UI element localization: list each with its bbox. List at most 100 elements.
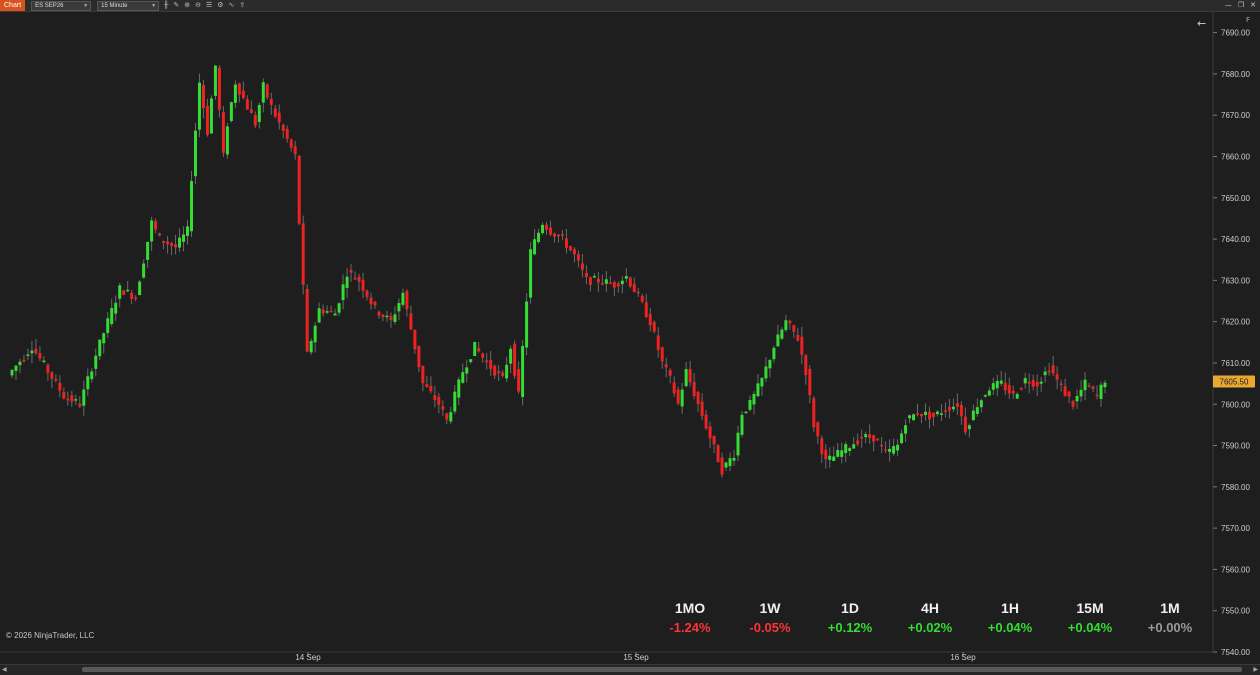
- candle: [90, 368, 94, 383]
- candle-body: [74, 399, 78, 401]
- price-tick-label: 7660.00: [1221, 153, 1250, 162]
- candle-body: [963, 416, 967, 433]
- time-tick-label: 16 Sep: [950, 653, 976, 662]
- candle: [716, 444, 720, 463]
- candle: [971, 404, 975, 421]
- candle: [293, 140, 297, 160]
- candle-body: [1055, 374, 1059, 380]
- candle: [445, 412, 449, 425]
- candle-body: [86, 376, 90, 390]
- price-axis[interactable]: 7690.00 7680.00 7670.00 7660.00 7650.00 7640.…: [1213, 29, 1250, 657]
- strategies-icon[interactable]: ⚙: [217, 0, 223, 11]
- instrument-selector[interactable]: ES SEP26 ▼: [31, 0, 92, 11]
- candle: [848, 446, 852, 457]
- horizontal-scrollbar[interactable]: ◀ ▶: [0, 664, 1260, 675]
- candle: [935, 410, 939, 417]
- candle-body: [265, 84, 269, 98]
- candle-body: [816, 422, 820, 437]
- candle-body: [134, 297, 138, 300]
- price-chart[interactable]: 7690.00 7680.00 7670.00 7660.00 7650.00 7640.…: [0, 12, 1260, 664]
- candle-body: [800, 336, 804, 355]
- candle: [525, 293, 529, 356]
- f-label[interactable]: F: [1246, 16, 1250, 24]
- candle: [660, 346, 664, 369]
- candle: [700, 393, 704, 421]
- candle: [1103, 380, 1107, 394]
- candle: [692, 373, 696, 400]
- candle-body: [580, 263, 584, 270]
- candle: [321, 304, 325, 317]
- candle: [469, 358, 473, 364]
- candle-body: [1035, 381, 1039, 387]
- performance-period-label: 1M: [1160, 600, 1180, 616]
- copyright-text: © 2026 NinjaTrader, LLC: [6, 631, 95, 640]
- candle-body: [760, 377, 764, 387]
- price-tick-label: 7550.00: [1221, 607, 1250, 616]
- minimize-icon[interactable]: —: [1225, 0, 1232, 11]
- candle-body: [389, 316, 393, 321]
- candle: [904, 419, 908, 443]
- candle: [110, 298, 114, 327]
- indicators-icon[interactable]: ∿: [229, 0, 235, 11]
- candle: [688, 360, 692, 387]
- share-icon[interactable]: ⇪: [239, 0, 245, 11]
- candle-body: [688, 369, 692, 383]
- interval-selector-label: 15 Minute: [101, 2, 128, 9]
- candle: [313, 322, 317, 353]
- drawing-tools-icon[interactable]: ✎: [173, 0, 179, 11]
- candle: [158, 232, 162, 237]
- zoom-out-icon[interactable]: ⊖: [195, 0, 201, 11]
- candle-body: [995, 381, 999, 389]
- candle-body: [501, 372, 505, 376]
- candle: [553, 232, 557, 243]
- candle: [967, 423, 971, 438]
- candle: [509, 345, 513, 374]
- back-arrow-icon[interactable]: ←: [1197, 17, 1206, 30]
- candle: [1087, 382, 1091, 388]
- candle-body: [840, 450, 844, 457]
- scrollbar-thumb[interactable]: [82, 667, 1242, 672]
- candle-body: [377, 311, 381, 316]
- candle-body: [792, 325, 796, 332]
- candle: [576, 250, 580, 268]
- performance-period-label: 1H: [1001, 600, 1019, 616]
- bar-type-icon[interactable]: ╫: [164, 0, 168, 11]
- interval-selector[interactable]: 15 Minute ▼: [97, 0, 160, 11]
- performance-change-value: -0.05%: [749, 620, 791, 635]
- candle-body: [788, 320, 792, 324]
- candle-body: [429, 385, 433, 392]
- candle: [884, 441, 888, 454]
- candle: [943, 402, 947, 418]
- candle-body: [357, 276, 361, 282]
- close-icon[interactable]: ✕: [1250, 0, 1256, 11]
- candle: [541, 222, 545, 235]
- candle-body: [828, 455, 832, 460]
- candle-body: [182, 234, 186, 242]
- candle-body: [672, 382, 676, 394]
- candle: [82, 380, 86, 416]
- candle: [349, 264, 353, 283]
- time-axis[interactable]: 14 Sep 15 Sep 16 Sep: [295, 652, 976, 662]
- candle-body: [812, 398, 816, 428]
- properties-icon[interactable]: ☰: [206, 0, 212, 11]
- candle: [923, 403, 927, 421]
- candle-body: [313, 325, 317, 343]
- candle: [405, 288, 409, 317]
- candle: [241, 81, 245, 100]
- performance-column-1m: 1M +0.00%: [1130, 598, 1210, 638]
- chart-tab[interactable]: Chart: [0, 0, 26, 11]
- candle: [876, 437, 880, 441]
- price-tick-label: 7540.00: [1221, 648, 1250, 657]
- candle-body: [704, 414, 708, 429]
- zoom-in-icon[interactable]: ⊕: [184, 0, 190, 11]
- candle-body: [772, 347, 776, 360]
- candle-body: [896, 444, 900, 451]
- candle: [265, 83, 269, 100]
- candle-body: [776, 334, 780, 347]
- candle-body: [700, 401, 704, 417]
- candle: [26, 348, 30, 361]
- candle: [1011, 385, 1015, 399]
- restore-icon[interactable]: ❐: [1238, 0, 1244, 11]
- candle: [521, 340, 525, 406]
- candle: [66, 391, 70, 406]
